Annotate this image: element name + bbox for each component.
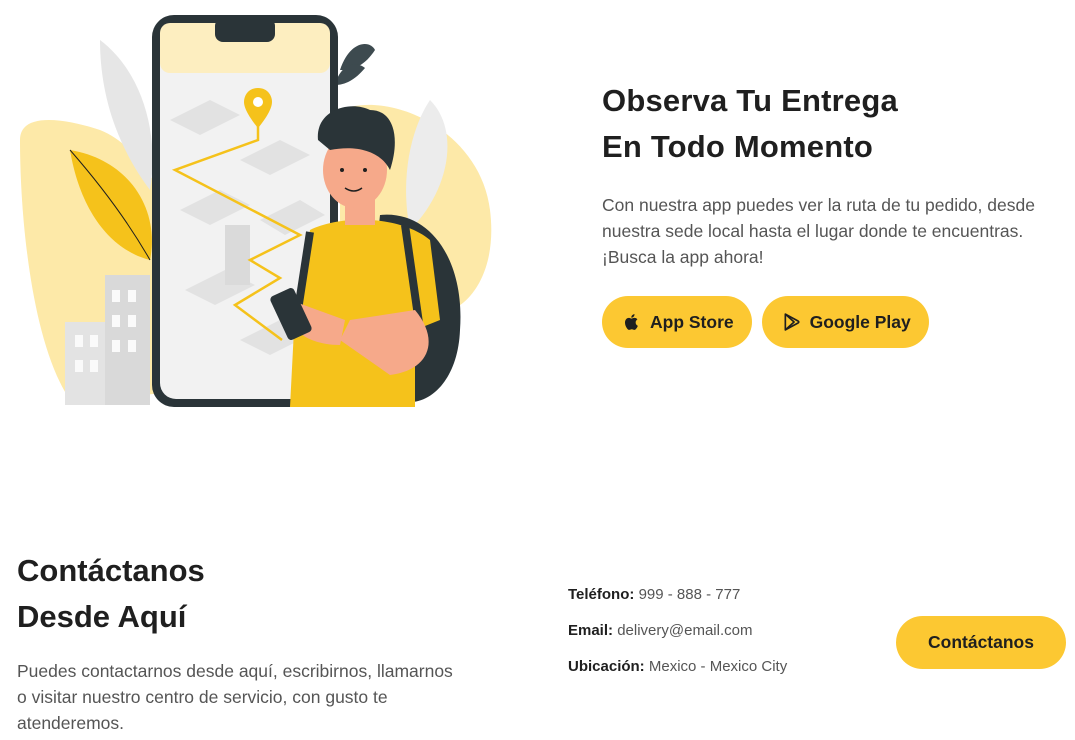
app-promo-description: Con nuestra app puedes ver la ruta de tu…	[602, 195, 1035, 267]
contact-info: Teléfono: 999 - 888 - 777 Email: deliver…	[568, 583, 808, 691]
store-buttons: App Store Google Play	[602, 296, 1062, 348]
phone-label: Teléfono:	[568, 586, 635, 603]
location-value: Mexico - Mexico City	[648, 658, 788, 675]
contact-section: Contáctanos Desde Aquí Puedes contactarn…	[17, 548, 477, 736]
google-play-icon	[784, 313, 800, 331]
app-promo-title-line2: En Todo Momento	[602, 129, 874, 164]
app-store-label: App Store	[650, 311, 734, 332]
contact-description: Puedes contactarnos desde aquí, escribir…	[17, 661, 453, 733]
location-row: Ubicación: Mexico - Mexico City	[568, 655, 793, 678]
apple-icon	[625, 314, 638, 330]
google-play-label: Google Play	[809, 311, 911, 332]
email-label: Email:	[568, 622, 614, 639]
contact-title: Contáctanos Desde Aquí	[17, 548, 477, 640]
google-play-button[interactable]: Google Play	[761, 296, 929, 348]
contact-title-line1: Contáctanos	[17, 553, 205, 588]
app-promo-section: Observa Tu Entrega En Todo Momento Con n…	[602, 78, 1062, 348]
app-promo-title: Observa Tu Entrega En Todo Momento	[602, 78, 1062, 170]
location-label: Ubicación:	[568, 658, 645, 675]
contact-title-line2: Desde Aquí	[17, 599, 187, 634]
phone-row: Teléfono: 999 - 888 - 777	[568, 583, 808, 606]
app-store-button[interactable]: App Store	[602, 296, 752, 348]
email-value: delivery@email.com	[617, 622, 753, 639]
contact-button[interactable]: Contáctanos	[896, 616, 1066, 669]
delivery-app-illustration	[20, 15, 492, 407]
app-promo-title-line1: Observa Tu Entrega	[602, 83, 898, 118]
phone-value: 999 - 888 - 777	[638, 586, 741, 603]
email-row: Email: delivery@email.com	[568, 619, 808, 642]
